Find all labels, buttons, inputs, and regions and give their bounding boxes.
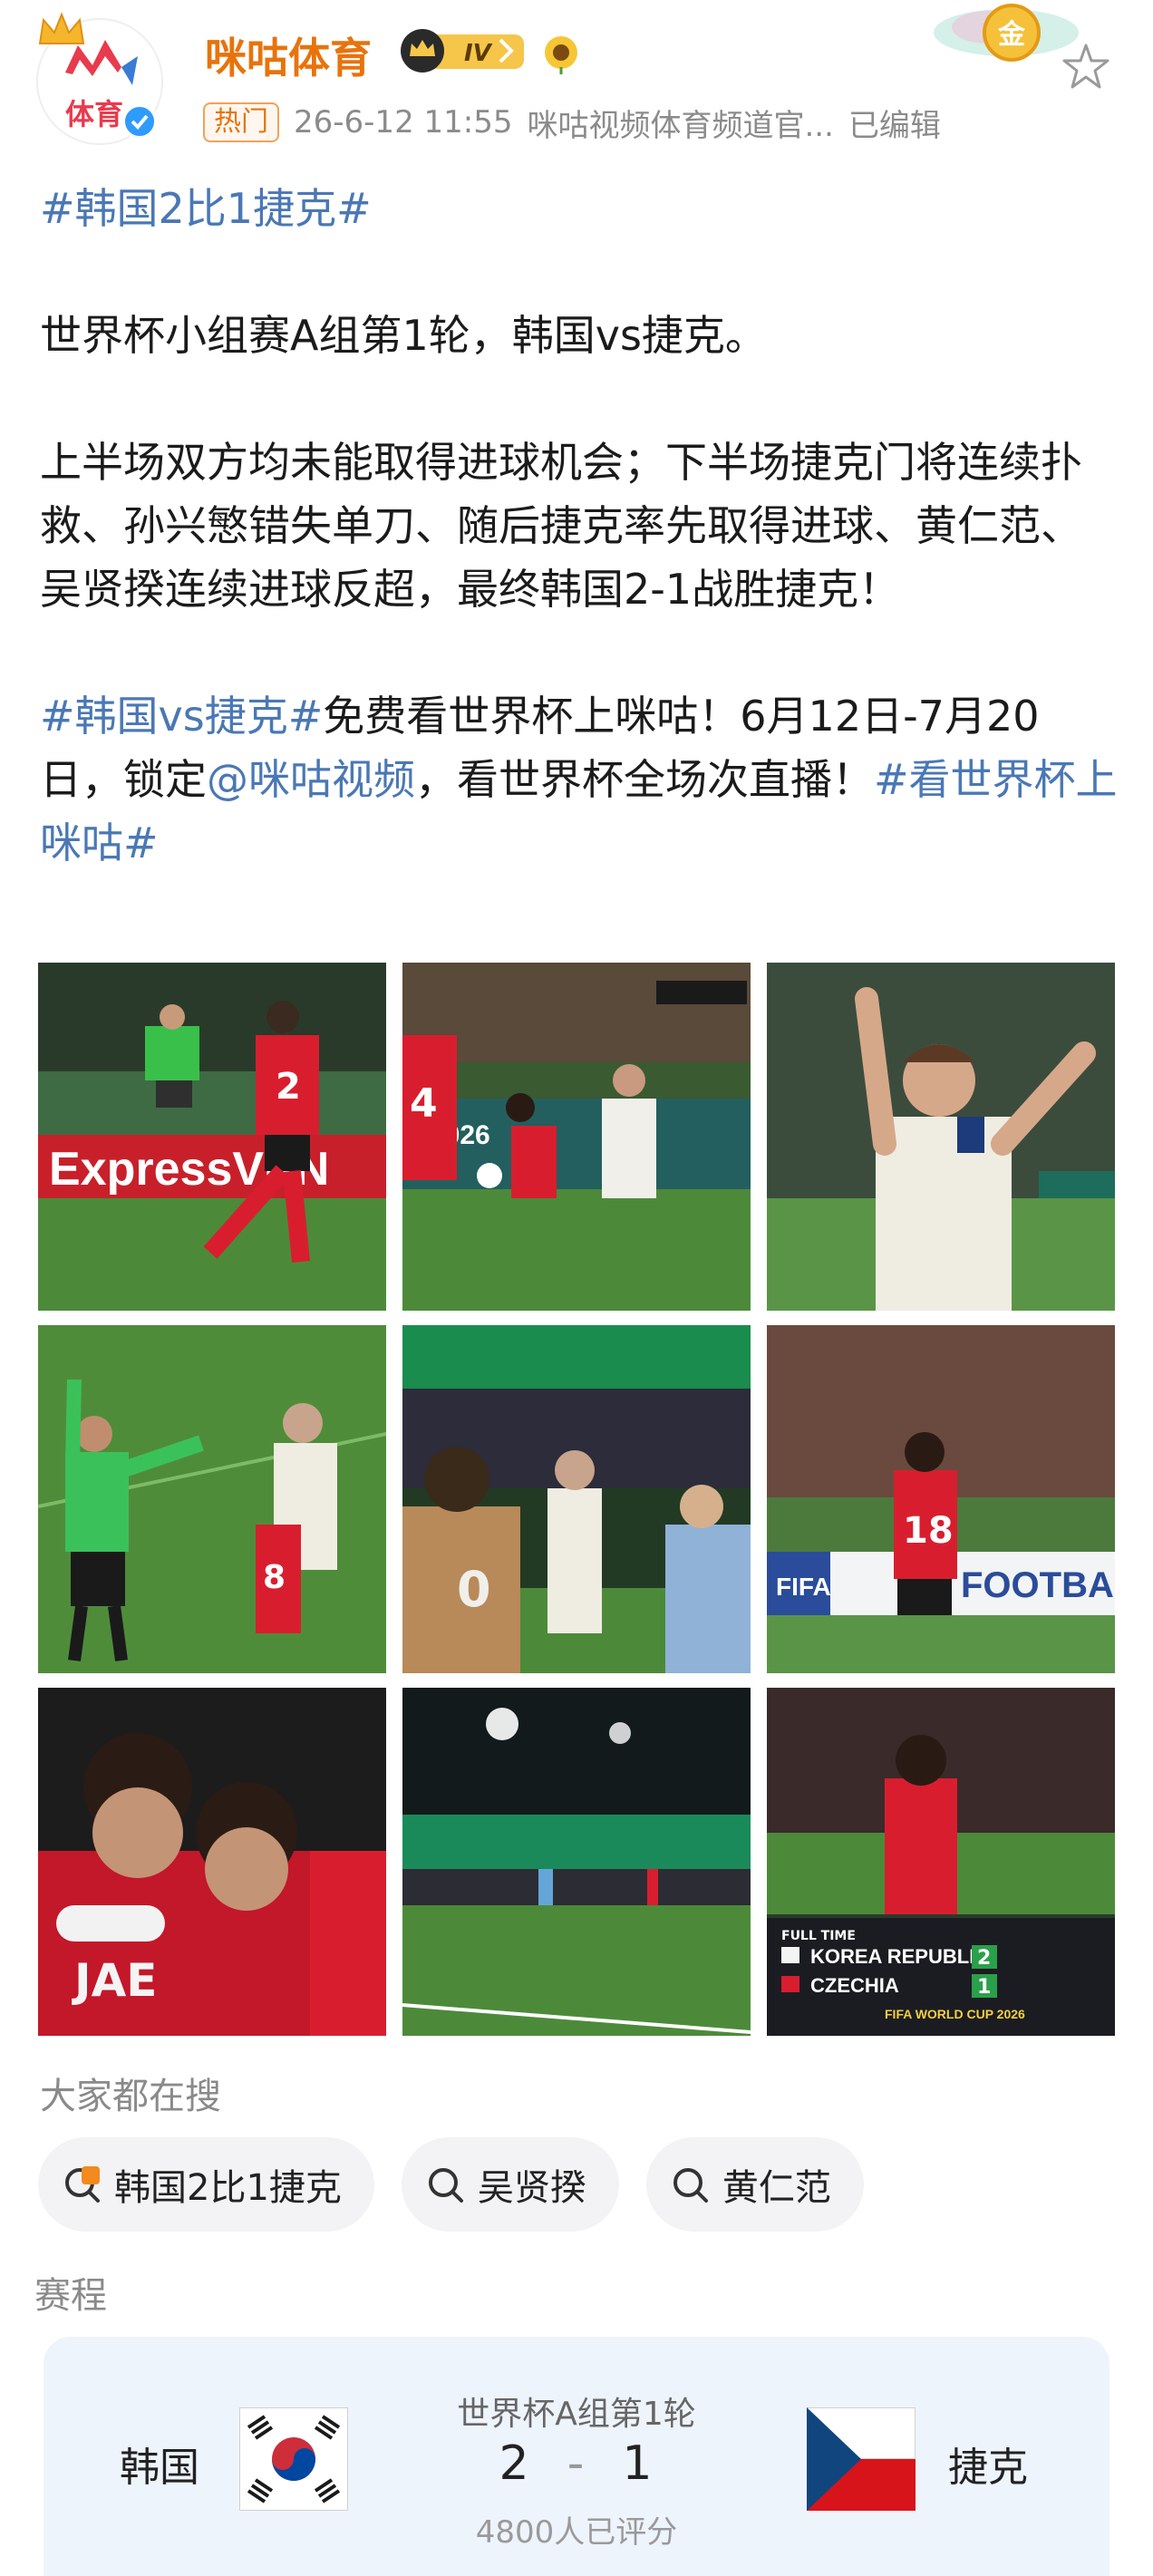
svg-text:18: 18 — [903, 1510, 954, 1552]
search-chip-label: 黄仁范 — [722, 2167, 831, 2209]
czech-flag-icon — [807, 2407, 916, 2511]
match-round: 世界杯A组第1轮 — [457, 2396, 696, 2433]
svg-text:JAE: JAE — [72, 1954, 157, 2007]
search-icon — [428, 2168, 463, 2203]
hashtag-link[interactable]: #韩国vs捷克# — [40, 692, 323, 741]
level-text: IV — [464, 40, 493, 67]
photo-thumbnail[interactable] — [402, 1688, 751, 2036]
hashtag-link[interactable]: #韩国2比1捷克# — [40, 184, 372, 233]
mention-link[interactable]: @咪咕视频 — [207, 755, 415, 804]
search-chip[interactable]: 黄仁范 — [645, 2137, 864, 2232]
account-name[interactable]: 咪咕体育 — [205, 25, 372, 85]
post-body: #韩国2比1捷克# 世界杯小组赛A组第1轮，韩国vs捷克。 上半场双方均未能取得… — [40, 177, 1119, 875]
fifa-board-text: FIFA — [776, 1573, 831, 1601]
edited-label[interactable]: 已编辑 — [848, 101, 941, 145]
post-source[interactable]: 咪咕视频体育频道官... — [528, 101, 834, 145]
scoreboard-team: CZECHIA — [810, 1974, 899, 1997]
away-team-name: 捷克 — [948, 2445, 1028, 2491]
svg-text:4: 4 — [410, 1080, 438, 1127]
search-icon — [673, 2168, 708, 2203]
post-header: 体育 咪咕体育 IV 金 热门 26-6-12 11:55 咪咕视频体育频道官.… — [0, 0, 1153, 172]
photo-thumbnail[interactable]: 8 — [38, 1325, 386, 1673]
svg-text:8: 8 — [263, 1559, 286, 1596]
post-timestamp: 26-6-12 11:55 — [294, 104, 513, 140]
photo-thumbnail[interactable]: 0 — [402, 1325, 751, 1673]
away-score: 1 — [622, 2436, 654, 2491]
rating-count: 4800人已评分 — [475, 2514, 678, 2551]
promo-text: ，看世界杯全场次直播！ — [415, 755, 874, 804]
match-card[interactable]: 韩国 世界杯A组第1轮 2-1 4800人已评分 捷克 — [44, 2337, 1109, 2576]
photo-thumbnail[interactable]: FIFA FOOTBALL 18 — [767, 1325, 1115, 1673]
hot-search-icon — [65, 2166, 100, 2203]
post-meta: 热门 26-6-12 11:55 咪咕视频体育频道官... 已编辑 — [203, 100, 941, 145]
search-chip[interactable]: 吴贤揆 — [401, 2137, 619, 2232]
medal-text: 金 — [997, 19, 1026, 51]
search-chip[interactable]: 韩国2比1捷克 — [38, 2137, 374, 2232]
trending-search-chips: 韩国2比1捷克 吴贤揆 黄仁范 — [38, 2137, 864, 2232]
verified-icon — [121, 103, 158, 140]
scoreboard-team: KOREA REPUBLIC — [810, 1945, 989, 1968]
photo-thumbnail[interactable]: JAE — [38, 1688, 386, 2036]
svg-text:0: 0 — [457, 1561, 491, 1618]
photo-thumbnail[interactable]: 2026 4 — [402, 963, 751, 1311]
hot-badge: 热门 — [203, 102, 279, 142]
schedule-label: 赛程 — [34, 2275, 107, 2317]
post-paragraph: 上半场双方均未能取得进球机会；下半场捷克门将连续扑救、孙兴慜错失单刀、随后捷克率… — [40, 438, 1082, 614]
photo-thumbnail[interactable]: FULL TIME KOREA REPUBLIC 2 CZECHIA 1 FIF… — [767, 1688, 1115, 2036]
image-grid: ExpressVPN 2 2026 4 8 0 FIFA FOOTBA 18 J… — [38, 963, 1115, 2037]
photo-thumbnail[interactable] — [767, 963, 1115, 1311]
scoreboard-score: 1 — [977, 1976, 991, 1999]
svg-text:2: 2 — [276, 1066, 301, 1108]
post-line: 世界杯小组赛A组第1轮，韩国vs捷克。 — [40, 311, 767, 360]
home-score: 2 — [499, 2436, 531, 2491]
sunflower-icon — [545, 36, 577, 74]
avatar-text: 体育 — [65, 98, 123, 131]
level-badge-icon: IV — [401, 29, 524, 73]
favorite-star-icon[interactable] — [1059, 40, 1113, 94]
scoreboard-fulltime: FULL TIME — [781, 1929, 856, 1943]
search-chip-label: 吴贤揆 — [477, 2167, 586, 2209]
scoreboard-footer: FIFA WORLD CUP 2026 — [885, 2007, 1025, 2021]
score-separator: - — [567, 2436, 586, 2491]
post-paragraph-promo: #韩国vs捷克#免费看世界杯上咪咕！6月12日-7月20日，锁定@咪咕视频，看世… — [40, 684, 1119, 875]
account-avatar[interactable]: 体育 — [36, 12, 163, 145]
ad-board-text: FOOTBALL — [961, 1565, 1115, 1605]
trending-search-label: 大家都在搜 — [40, 2076, 221, 2117]
search-chip-label: 韩国2比1捷克 — [114, 2167, 342, 2209]
photo-thumbnail[interactable]: ExpressVPN 2 — [38, 963, 386, 1311]
crown-icon — [38, 12, 85, 44]
scoreboard-score: 2 — [977, 1947, 991, 1970]
